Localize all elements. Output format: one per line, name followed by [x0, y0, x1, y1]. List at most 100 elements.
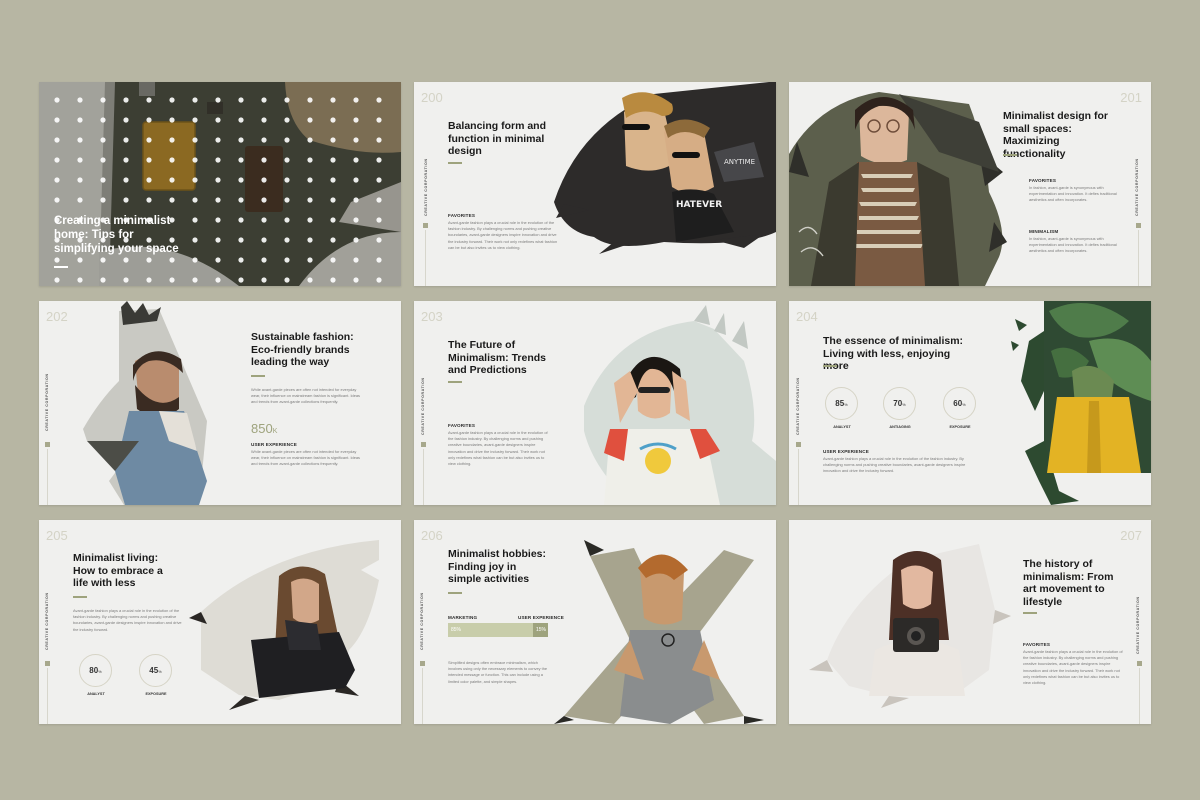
pattern-dot [307, 157, 313, 163]
side-label: CREATIVE CORPORATION [45, 592, 49, 650]
pattern-dot [146, 257, 152, 263]
pattern-dot [215, 177, 221, 183]
side-marker [421, 442, 426, 447]
pattern-dot [307, 277, 313, 283]
progress-ring: 60% [943, 387, 976, 420]
side-line [47, 449, 48, 505]
pattern-dot [215, 137, 221, 143]
pattern-dot [330, 217, 336, 223]
pattern-dot [192, 97, 198, 103]
pattern-dot [376, 117, 382, 123]
section-label: MINIMALISM [1029, 229, 1059, 234]
pattern-dot [261, 117, 267, 123]
pattern-dot [100, 157, 106, 163]
pattern-dot [376, 157, 382, 163]
pattern-dot [54, 197, 60, 203]
body-text: Avant-garde fashion plays a crucial role… [823, 456, 966, 474]
slide-title: Minimalist living: How to embrace a life… [73, 552, 163, 589]
pattern-dot [215, 197, 221, 203]
pattern-dot [192, 117, 198, 123]
slide-title: Balancing form and function in minimal d… [448, 120, 547, 157]
pattern-dot [330, 157, 336, 163]
pattern-dot [169, 257, 175, 263]
brush-photo [809, 544, 1011, 708]
pattern-dot [330, 117, 336, 123]
pattern-dot [261, 257, 267, 263]
pattern-dot [353, 217, 359, 223]
pattern-dot [307, 197, 313, 203]
section-label: FAVORITES [1029, 178, 1057, 183]
pattern-dot [376, 277, 382, 283]
slide-title: The history of minimalism: From art move… [1023, 558, 1114, 608]
ring-label: EXPOSURE [145, 692, 167, 696]
pattern-dot [238, 97, 244, 103]
pattern-dot [238, 177, 244, 183]
pattern-dot [284, 197, 290, 203]
pattern-dot [215, 97, 221, 103]
pattern-dot [123, 117, 129, 123]
pattern-dot [123, 137, 129, 143]
side-label: CREATIVE CORPORATION [1136, 596, 1140, 654]
pattern-dot [238, 137, 244, 143]
pattern-dot [169, 157, 175, 163]
pattern-dot [146, 177, 152, 183]
title-accent [823, 365, 837, 367]
pattern-dot [77, 137, 83, 143]
svg-text:ANYTIME: ANYTIME [724, 158, 755, 166]
pattern-dot [284, 177, 290, 183]
pattern-dot [146, 157, 152, 163]
pattern-dot [77, 277, 83, 283]
body-text: Simplified designs often embrace minimal… [448, 660, 548, 684]
title-accent [1023, 612, 1037, 614]
pattern-dot [330, 237, 336, 243]
pattern-dot [284, 237, 290, 243]
pattern-dot [192, 137, 198, 143]
title-accent [1003, 154, 1017, 156]
slide-203[interactable]: 203 The Future of Minimalism: Trends and… [414, 301, 776, 505]
pattern-dot [307, 137, 313, 143]
pattern-dot [169, 177, 175, 183]
pattern-dot [146, 137, 152, 143]
pattern-dot [215, 217, 221, 223]
pattern-dot [192, 277, 198, 283]
slide-201[interactable]: 201 Minimalist design for small spaces: … [789, 82, 1151, 286]
side-marker [796, 442, 801, 447]
pattern-dot [238, 217, 244, 223]
slide-cover[interactable]: Creating a minimalist home: Tips for sim… [39, 82, 401, 286]
pattern-dot [353, 117, 359, 123]
pattern-dot [169, 117, 175, 123]
pattern-dot [353, 237, 359, 243]
title-accent [448, 592, 462, 594]
pattern-dot [353, 277, 359, 283]
pattern-dot [215, 117, 221, 123]
side-marker [1136, 223, 1141, 228]
pattern-dot [123, 257, 129, 263]
progress-ring: 70% [883, 387, 916, 420]
pattern-dot [353, 257, 359, 263]
slide-200[interactable]: 200 ANYTIME HATEVER Balancing form and f… [414, 82, 776, 286]
slide-204[interactable]: 204 The essence of minimalism: Living wi… [789, 301, 1151, 505]
pattern-dot [146, 117, 152, 123]
pattern-dot [261, 277, 267, 283]
slide-207[interactable]: 207 The history of minimalism: From art … [789, 520, 1151, 724]
pattern-dot [330, 257, 336, 263]
progress-ring: 45% [139, 654, 172, 687]
pattern-dot [376, 137, 382, 143]
side-label: CREATIVE CORPORATION [45, 373, 49, 431]
side-marker [45, 661, 50, 666]
pattern-dot [100, 257, 106, 263]
pattern-dot [54, 277, 60, 283]
pattern-dot [376, 97, 382, 103]
section-label: USER EXPERIENCE [823, 449, 869, 454]
bar-left-value: 85% [451, 627, 462, 633]
slide-202[interactable]: 202 Sustainable fashion: Eco-friendly br… [39, 301, 401, 505]
pattern-dot [261, 217, 267, 223]
pattern-dot [146, 277, 152, 283]
body-text: While avant-garde pieces are often not i… [251, 449, 360, 467]
pattern-dot [330, 177, 336, 183]
pattern-dot [192, 217, 198, 223]
side-line [1138, 230, 1139, 286]
slide-title: The essence of minimalism: Living with l… [823, 335, 964, 372]
slide-206[interactable]: 206 Minimalist hobbies: Finding joy in s… [414, 520, 776, 724]
slide-205[interactable]: 205 Minimalist living: How to embrace a … [39, 520, 401, 724]
